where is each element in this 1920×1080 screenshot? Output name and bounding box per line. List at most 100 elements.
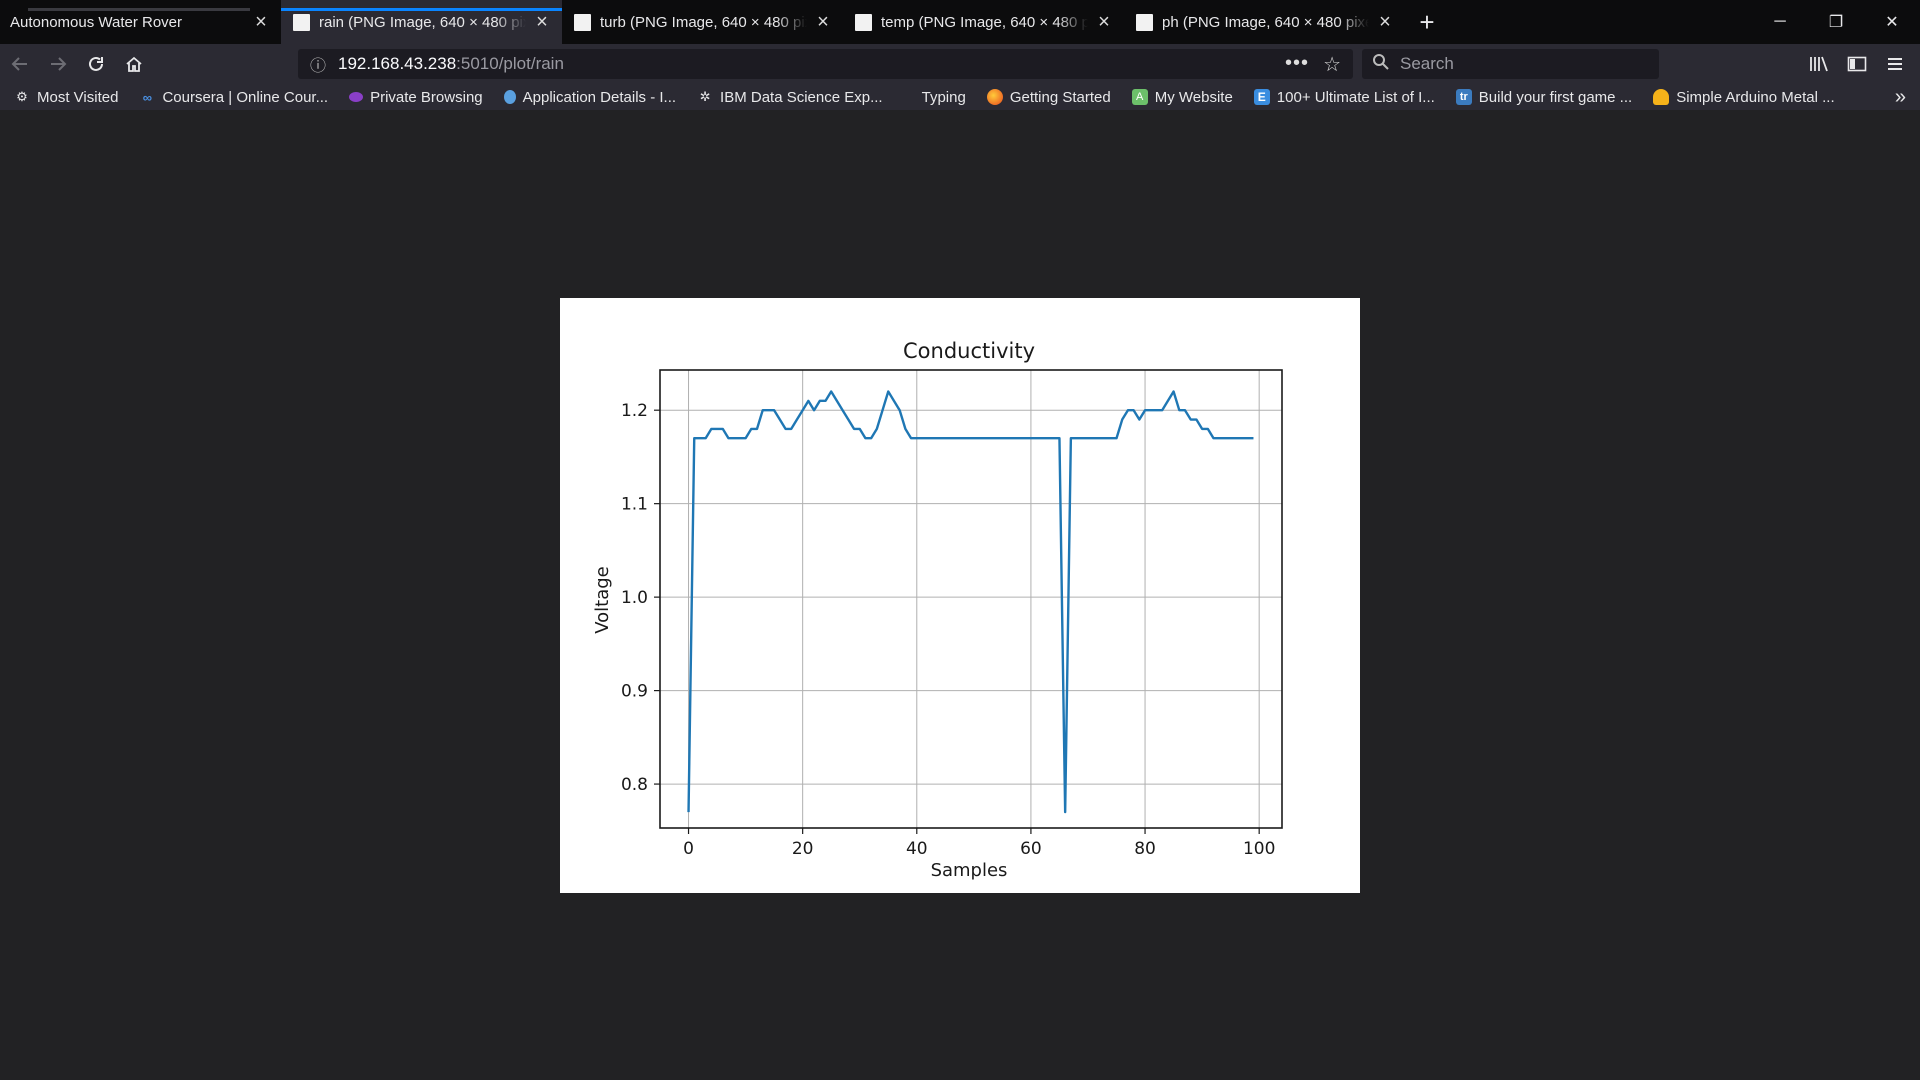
y-tick-label: 1.0 [621, 588, 648, 608]
minimize-button[interactable]: ─ [1752, 0, 1808, 44]
mask-icon [349, 92, 364, 102]
url-path: :5010/plot/rain [456, 54, 564, 73]
toolbar-right [1800, 48, 1914, 80]
sidebar-icon[interactable] [1838, 48, 1876, 80]
tab-title: temp (PNG Image, 640 × 480 pixels) [881, 13, 1088, 31]
bookmark-label: Application Details - I... [522, 88, 677, 106]
bookmark-typing[interactable]: Typing [890, 89, 973, 106]
close-icon[interactable]: × [813, 11, 833, 34]
tab-ph[interactable]: ph (PNG Image, 640 × 480 pixels) × [1124, 0, 1405, 44]
reload-icon [89, 56, 103, 71]
x-tick-label: 60 [1020, 839, 1042, 859]
y-tick-label: 1.1 [621, 495, 648, 515]
chart-ticks: 0 20 40 60 80 100 0.8 0.9 1.0 1.1 1.2 [621, 401, 1275, 859]
library-icon[interactable] [1800, 48, 1838, 80]
x-tick-label: 20 [792, 839, 814, 859]
bookmark-private-browsing[interactable]: Private Browsing [335, 89, 490, 106]
bookmark-star-icon[interactable]: ☆ [1323, 52, 1341, 77]
close-icon[interactable]: × [1375, 11, 1395, 34]
image-file-icon [855, 13, 872, 31]
bookmark-label: Typing [921, 88, 966, 106]
plot-image: Conductivity 0 20 40 60 80 100 0.8 0.9 1.0 1.1 1.2… [560, 298, 1360, 893]
chart-title: Conductivity [903, 339, 1035, 363]
home-icon [126, 56, 142, 72]
bookmark-getting-started[interactable]: Getting Started [973, 89, 1118, 106]
navigation-bar: ⓘ 192.168.43.238:5010/plot/rain ••• ☆ Se… [0, 44, 1920, 84]
close-icon[interactable]: × [532, 11, 552, 34]
y-tick-label: 0.9 [621, 682, 648, 702]
bookmarks-toolbar: ⚙ Most Visited ∞ Coursera | Online Cour.… [0, 84, 1920, 110]
tab-title: ph (PNG Image, 640 × 480 pixels) [1162, 13, 1369, 31]
tab-rain[interactable]: rain (PNG Image, 640 × 480 pixels) × [281, 0, 562, 44]
bookmark-label: My Website [1154, 88, 1233, 106]
image-file-icon [1136, 13, 1153, 31]
bookmark-build-first-game[interactable]: tr Build your first game ... [1442, 89, 1639, 106]
url-bar[interactable]: ⓘ 192.168.43.238:5010/plot/rain ••• ☆ [298, 49, 1353, 79]
bookmark-simple-arduino[interactable]: Simple Arduino Metal ... [1639, 89, 1841, 106]
window-close-button[interactable]: ✕ [1864, 0, 1920, 44]
x-tick-label: 40 [906, 839, 928, 859]
bookmark-coursera[interactable]: ∞ Coursera | Online Cour... [125, 89, 335, 106]
menu-icon[interactable] [1876, 48, 1914, 80]
chevron-right-icon[interactable]: » [1895, 86, 1906, 109]
bookmark-ultimate-list[interactable]: E 100+ Ultimate List of I... [1240, 89, 1442, 106]
new-tab-button[interactable]: + [1405, 0, 1449, 44]
bookmark-most-visited[interactable]: ⚙ Most Visited [0, 89, 125, 106]
search-placeholder: Search [1400, 54, 1454, 73]
tab-temp[interactable]: temp (PNG Image, 640 × 480 pixels) × [843, 0, 1124, 44]
x-tick-label: 100 [1243, 839, 1275, 859]
restore-button[interactable]: ❐ [1808, 0, 1864, 44]
tabstrip-spacer [1449, 0, 1752, 44]
y-tick-label: 1.2 [621, 401, 648, 421]
instructables-icon [1653, 89, 1670, 105]
tab-title: Autonomous Water Rover [10, 13, 183, 31]
tab-title: turb (PNG Image, 640 × 480 pixels) [600, 13, 807, 31]
conductivity-chart: Conductivity 0 20 40 60 80 100 0.8 0.9 1.0 1.1 1.2… [592, 339, 1283, 881]
ibm-icon: ✲ [699, 89, 711, 104]
search-input[interactable]: Search [1362, 49, 1659, 79]
info-icon[interactable]: ⓘ [310, 52, 338, 76]
bookmark-label: IBM Data Science Exp... [720, 88, 883, 106]
e-icon: E [1253, 89, 1270, 105]
gear-icon: ⚙ [16, 89, 28, 104]
bookmark-label: Coursera | Online Cour... [162, 88, 329, 106]
bookmark-label: Build your first game ... [1478, 88, 1633, 106]
home-button[interactable] [115, 48, 153, 80]
y-tick-label: 0.8 [621, 775, 648, 795]
app-icon [503, 90, 516, 104]
firefox-icon [986, 89, 1003, 105]
tab-strip: Autonomous Water Rover × rain (PNG Image… [0, 0, 1920, 44]
x-axis-label: Samples [931, 860, 1008, 881]
site-icon: A [1131, 89, 1148, 105]
bookmark-label: Private Browsing [370, 88, 483, 106]
bookmark-label: Simple Arduino Metal ... [1676, 88, 1835, 106]
bookmark-label: Most Visited [37, 88, 119, 106]
tab-turb[interactable]: turb (PNG Image, 640 × 480 pixels) × [562, 0, 843, 44]
reload-button[interactable] [77, 48, 115, 80]
search-icon [1372, 53, 1392, 76]
bookmark-application-details[interactable]: Application Details - I... [490, 89, 683, 106]
forward-arrow-icon [51, 57, 67, 71]
x-tick-label: 0 [683, 839, 694, 859]
close-icon[interactable]: × [1094, 11, 1114, 34]
y-axis-label: Voltage [592, 566, 613, 634]
tab-autonomous-water-rover[interactable]: Autonomous Water Rover × [0, 0, 281, 44]
image-file-icon [293, 13, 310, 31]
forward-button[interactable] [39, 48, 77, 80]
close-icon[interactable]: × [251, 11, 271, 34]
series-line [687, 390, 1254, 814]
bookmark-label: Getting Started [1009, 88, 1111, 106]
page-actions-icon[interactable]: ••• [1285, 52, 1309, 75]
bookmark-my-website[interactable]: A My Website [1118, 89, 1240, 106]
url-host: 192.168.43.238 [338, 54, 457, 73]
bookmark-ibm-data-science[interactable]: ✲ IBM Data Science Exp... [683, 89, 890, 106]
x-tick-label: 80 [1134, 839, 1156, 859]
tab-title: rain (PNG Image, 640 × 480 pixels) [319, 13, 526, 31]
back-button[interactable] [1, 48, 39, 80]
coursera-icon: ∞ [142, 89, 153, 105]
tr-icon: tr [1455, 89, 1472, 105]
back-arrow-icon [11, 57, 27, 71]
image-file-icon [574, 13, 591, 31]
bookmark-label: 100+ Ultimate List of I... [1276, 88, 1435, 106]
tab-loading-indicator [28, 8, 250, 11]
